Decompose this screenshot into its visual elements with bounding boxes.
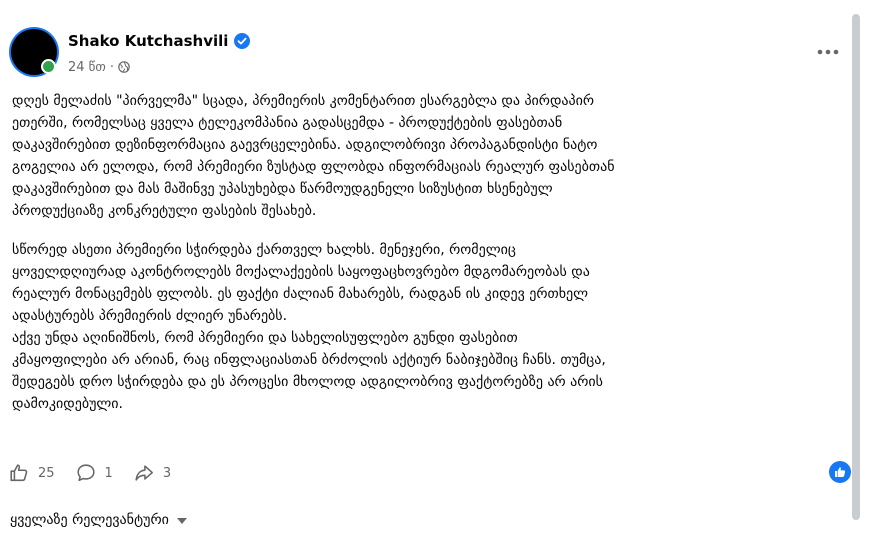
text-line: რეალურ მონაცემებს ფლობს. ეს ფაქტი ძალიან…	[12, 286, 589, 302]
like-button[interactable]: 25	[8, 462, 55, 484]
like-count: 25	[38, 465, 55, 481]
share-arrow-icon	[135, 465, 153, 481]
more-options-button[interactable]	[810, 36, 846, 68]
post-text: დღეს მელაძის "პირველმა" სცადა, პრემიერის…	[12, 90, 844, 415]
text-line: ეთერში, რომელსაც ყველა ტელეკომპანია გადა…	[12, 115, 563, 131]
author-row: Shako Kutchashvili	[68, 30, 251, 52]
text-line: დღეს მელაძის "პირველმა" სცადა, პრემიერის…	[12, 93, 594, 109]
text-line: სწორედ ასეთი პრემიერი სჭირდება ქართველ ხ…	[12, 242, 516, 258]
text-line: დაკავშირებით დეზინფორმაცია გაევრცელებინა…	[12, 137, 598, 153]
author-name[interactable]: Shako Kutchashvili	[68, 32, 228, 50]
text-line: აქვე უნდა აღინიშნოს, რომ პრემიერი და სახ…	[12, 330, 518, 346]
comment-bubble-icon	[76, 464, 95, 482]
comment-count: 1	[104, 465, 113, 481]
share-count: 3	[162, 465, 172, 481]
comment-button[interactable]: 1	[75, 462, 113, 484]
text-line: დამოკიდებული.	[12, 396, 123, 412]
comments-sort-dropdown[interactable]: ყველაზე რელევანტური	[10, 510, 187, 530]
caret-down-icon	[176, 518, 187, 524]
text-line: შედეგებს დრო სჭირდება და ეს პროცესი მხოლ…	[12, 374, 603, 390]
text-line: კმაყოფილები არ არიან, რაც ინფლაციასთან ბ…	[12, 352, 606, 368]
thumbs-up-icon	[10, 464, 28, 482]
post-meta: 24 წთ ·	[68, 58, 130, 76]
comments-sort-label: ყველაზე რელევანტური	[10, 512, 169, 528]
text-line: ადასტურებს პრემიერის ძლიერ უნარებს.	[12, 308, 288, 324]
meta-separator: ·	[109, 59, 114, 75]
facebook-post: Shako Kutchashvili 24 წთ · დღეს მელაძის …	[0, 0, 870, 538]
paragraph-2: სწორედ ასეთი პრემიერი სჭირდება ქართველ ხ…	[12, 239, 844, 415]
globe-icon[interactable]	[118, 61, 130, 73]
like-reaction-icon[interactable]	[829, 461, 851, 483]
post-actions: 25 1 3	[8, 460, 191, 486]
post-timestamp[interactable]: 24 წთ	[68, 60, 106, 75]
more-dots-icon	[817, 49, 839, 55]
online-status-indicator	[41, 59, 56, 74]
verified-badge-icon	[234, 33, 251, 49]
paragraph-1: დღეს მელაძის "პირველმა" სცადა, პრემიერის…	[12, 90, 844, 222]
share-button[interactable]: 3	[133, 462, 171, 484]
avatar-container[interactable]	[11, 29, 57, 75]
vertical-scrollbar[interactable]	[852, 14, 860, 520]
text-line: პროდუქციაზე კონკრეტული ფასების შესახებ.	[12, 203, 317, 219]
text-line: გოგელია არ ელოდა, რომ პრემიერი ზუსტად ფლ…	[12, 159, 615, 175]
text-line: დაკავშირებით და მას მაშინვე უპასუხებდა წ…	[12, 181, 553, 197]
text-line: ყოველდღიურად აკონტროლებს მოქალაქეების სა…	[12, 264, 590, 280]
